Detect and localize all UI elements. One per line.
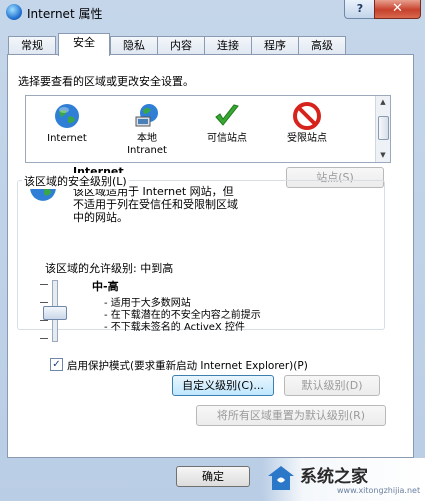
scroll-thumb[interactable] (378, 116, 389, 140)
tab-content[interactable]: 内容 (157, 36, 205, 55)
internet-explorer-icon (6, 4, 22, 20)
slider-tick (40, 320, 48, 321)
tab-privacy[interactable]: 隐私 (110, 36, 158, 55)
zones-list[interactable]: Internet 本地 Intranet 可信站点 受限站点 ▲ ▼ (25, 95, 391, 163)
custom-level-button[interactable]: 自定义级别(C)... (172, 375, 274, 396)
security-level-slider-thumb[interactable] (43, 306, 67, 320)
zone-label: 受限站点 (287, 133, 327, 144)
reset-all-zones-button[interactable]: 将所有区域重置为默认级别(R) (196, 405, 386, 426)
globe-icon (55, 104, 79, 128)
security-level-group-title: 该区域的安全级别(L) (22, 173, 129, 189)
security-level-name: 中-高 (92, 280, 119, 293)
ok-button[interactable]: 确定 (176, 466, 250, 487)
zone-label: Internet (47, 133, 87, 144)
zone-label: 可信站点 (207, 133, 247, 144)
local-intranet-icon (135, 104, 158, 127)
scroll-up-arrow-icon[interactable]: ▲ (378, 98, 388, 106)
tab-connections[interactable]: 连接 (204, 36, 252, 55)
zone-trusted-sites[interactable]: 可信站点 (192, 102, 262, 145)
tab-general[interactable]: 常规 (8, 36, 56, 55)
tab-security[interactable]: 安全 (58, 33, 110, 56)
zones-scrollbar[interactable]: ▲ ▼ (375, 96, 390, 162)
slider-tick (40, 284, 48, 285)
protected-mode-checkbox[interactable]: ✓ (50, 358, 63, 371)
scroll-down-arrow-icon[interactable]: ▼ (378, 151, 388, 159)
zones-prompt: 选择要查看的区域或更改安全设置。 (18, 75, 194, 88)
slider-tick (40, 302, 48, 303)
checkmark-icon (215, 104, 239, 126)
tab-programs[interactable]: 程序 (251, 36, 299, 55)
watermark-url: www.xitongzhijia.net (337, 486, 421, 495)
window-title: Internet 属性 (27, 7, 103, 21)
zone-internet[interactable]: Internet (32, 102, 102, 145)
allowed-levels-text: 该区域的允许级别: 中到高 (45, 262, 174, 275)
zone-label: 本地 (137, 133, 157, 144)
close-button[interactable]: ✕ (374, 0, 421, 19)
zone-label-line2: Intranet (127, 145, 167, 156)
default-level-button[interactable]: 默认级别(D) (284, 375, 380, 396)
zone-restricted-sites[interactable]: 受限站点 (272, 102, 342, 145)
level-bullet: - 不下载未签名的 ActiveX 控件 (104, 322, 245, 333)
watermark-logo-icon (268, 466, 294, 490)
slider-tick (40, 338, 48, 339)
watermark-text: 系统之家 (300, 467, 368, 487)
no-entry-icon (293, 102, 321, 130)
protected-mode-label: 启用保护模式(要求重新启动 Internet Explorer)(P) (67, 360, 308, 372)
title-bar: Internet 属性 ? ✕ (0, 0, 425, 26)
zone-local-intranet[interactable]: 本地 Intranet (112, 102, 182, 157)
help-button[interactable]: ? (344, 0, 376, 19)
tab-advanced[interactable]: 高级 (298, 36, 346, 55)
internet-properties-window: Internet 属性 ? ✕ 常规 安全 隐私 内容 连接 程序 高级 选择要… (0, 0, 425, 501)
